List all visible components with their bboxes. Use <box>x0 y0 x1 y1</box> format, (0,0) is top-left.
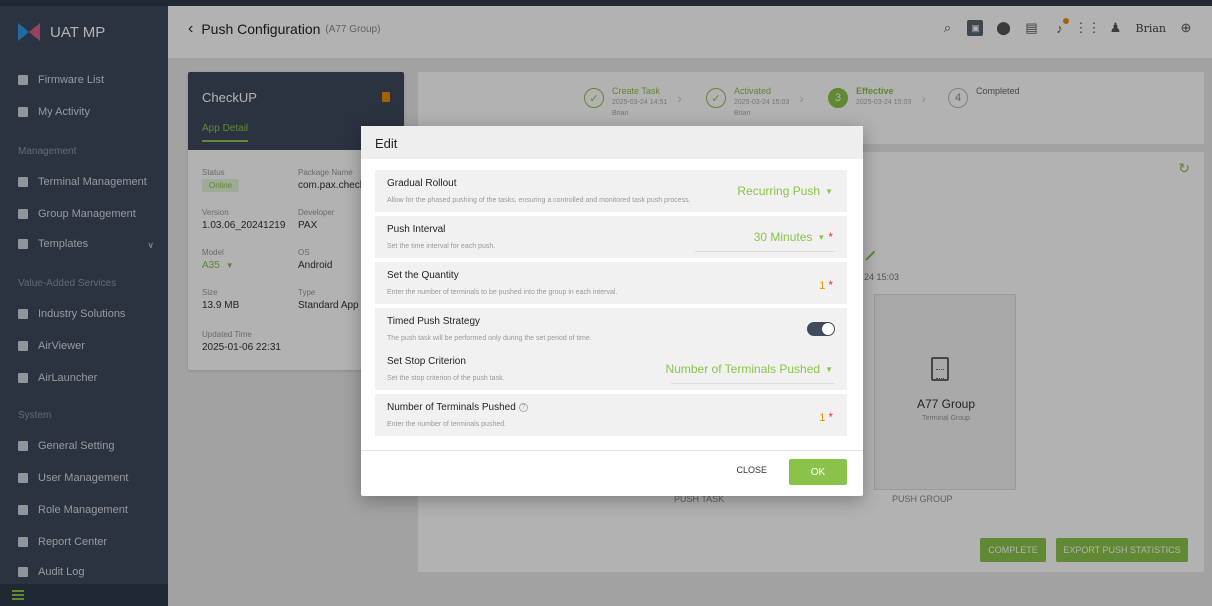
timed-push-row: Timed Push Strategy The push task will b… <box>375 308 847 350</box>
select-value: Number of Terminals Pushed <box>665 362 821 376</box>
edit-dialog: Edit Gradual Rollout Allow for the phase… <box>361 126 863 496</box>
row-label: Timed Push Strategy <box>387 316 481 327</box>
close-button[interactable]: CLOSE <box>736 465 767 475</box>
row-label: Set the Quantity <box>387 270 459 281</box>
ok-button[interactable]: OK <box>789 459 847 485</box>
chevron-down-icon: ▼ <box>825 364 833 374</box>
row-label-text: Number of Terminals Pushed <box>387 402 516 413</box>
set-quantity-row: Set the Quantity Enter the number of ter… <box>375 262 847 304</box>
gradual-rollout-select[interactable]: Recurring Push ▼ <box>737 184 833 198</box>
row-description: Enter the number of terminals pushed. <box>387 421 507 428</box>
select-value: 30 Minutes <box>753 230 813 244</box>
push-interval-row: Push Interval Set the time interval for … <box>375 216 847 258</box>
required-marker: * <box>828 410 833 424</box>
row-description: The push task will be performed only dur… <box>387 335 592 342</box>
input-underline <box>695 251 835 252</box>
push-interval-select[interactable]: 30 Minutes ▼ * <box>754 230 833 244</box>
quantity-input[interactable]: 1 * <box>819 278 833 292</box>
terminals-pushed-row: Number of Terminals Pushed? Enter the nu… <box>375 394 847 436</box>
dialog-footer: CLOSE OK <box>361 450 863 496</box>
required-marker: * <box>828 230 833 244</box>
chevron-down-icon: ▼ <box>817 232 826 242</box>
chevron-down-icon: ▼ <box>825 186 833 196</box>
toggle-knob <box>822 323 834 335</box>
required-marker: * <box>828 278 833 292</box>
select-value: Recurring Push <box>737 184 821 198</box>
row-description: Set the time interval for each push. <box>387 243 496 250</box>
stop-criterion-row: Set Stop Criterion Set the stop criterio… <box>375 348 847 390</box>
input-value: 1 <box>819 280 826 292</box>
dialog-title: Edit <box>361 126 863 159</box>
stop-criterion-select[interactable]: Number of Terminals Pushed ▼ <box>666 362 833 376</box>
help-icon[interactable]: ? <box>518 402 528 412</box>
input-value: 1 <box>819 412 826 424</box>
gradual-rollout-row: Gradual Rollout Allow for the phased pus… <box>375 170 847 212</box>
row-label: Number of Terminals Pushed? <box>387 402 835 413</box>
row-description: Set the stop criterion of the push task. <box>387 375 505 382</box>
row-description: Enter the number of terminals to be push… <box>387 289 618 296</box>
timed-push-toggle[interactable] <box>807 322 835 336</box>
row-description: Allow for the phased pushing of the task… <box>387 197 691 204</box>
input-underline <box>671 383 835 384</box>
terminals-pushed-input[interactable]: 1 * <box>819 410 833 424</box>
